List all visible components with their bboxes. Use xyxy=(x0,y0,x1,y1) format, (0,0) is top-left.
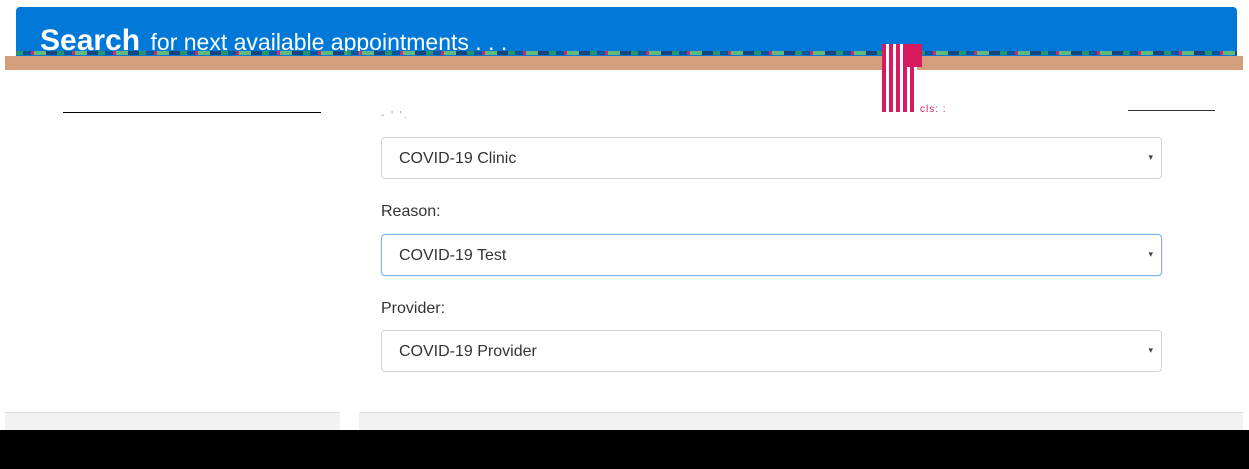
artifact-text: cls: : xyxy=(920,104,947,115)
reason-select[interactable]: COVID-19 Test ▾ xyxy=(381,234,1162,276)
divider-left xyxy=(63,112,321,113)
chevron-down-icon: ▾ xyxy=(1148,345,1153,355)
divider-right xyxy=(1128,110,1215,111)
provider-label: Provider: xyxy=(381,300,446,317)
bottom-black-band xyxy=(0,430,1249,469)
provider-select-value: COVID-19 Provider xyxy=(399,343,537,360)
render-artifact-strip xyxy=(16,51,1237,55)
search-header: Search for next available appointments .… xyxy=(16,7,1237,63)
clinic-select[interactable]: COVID-19 Clinic ▾ xyxy=(381,137,1162,179)
reason-label: Reason: xyxy=(381,203,441,220)
provider-select[interactable]: COVID-19 Provider ▾ xyxy=(381,330,1162,372)
reason-select-value: COVID-19 Test xyxy=(399,247,507,264)
chevron-down-icon: ▾ xyxy=(1148,249,1153,259)
chevron-down-icon: ▾ xyxy=(1148,152,1153,162)
clinic-select-value: COVID-19 Clinic xyxy=(399,150,517,167)
render-artifact-bar xyxy=(5,56,1243,70)
clinic-label-faint: - ' '. xyxy=(381,110,409,121)
render-artifact-block xyxy=(904,44,922,67)
